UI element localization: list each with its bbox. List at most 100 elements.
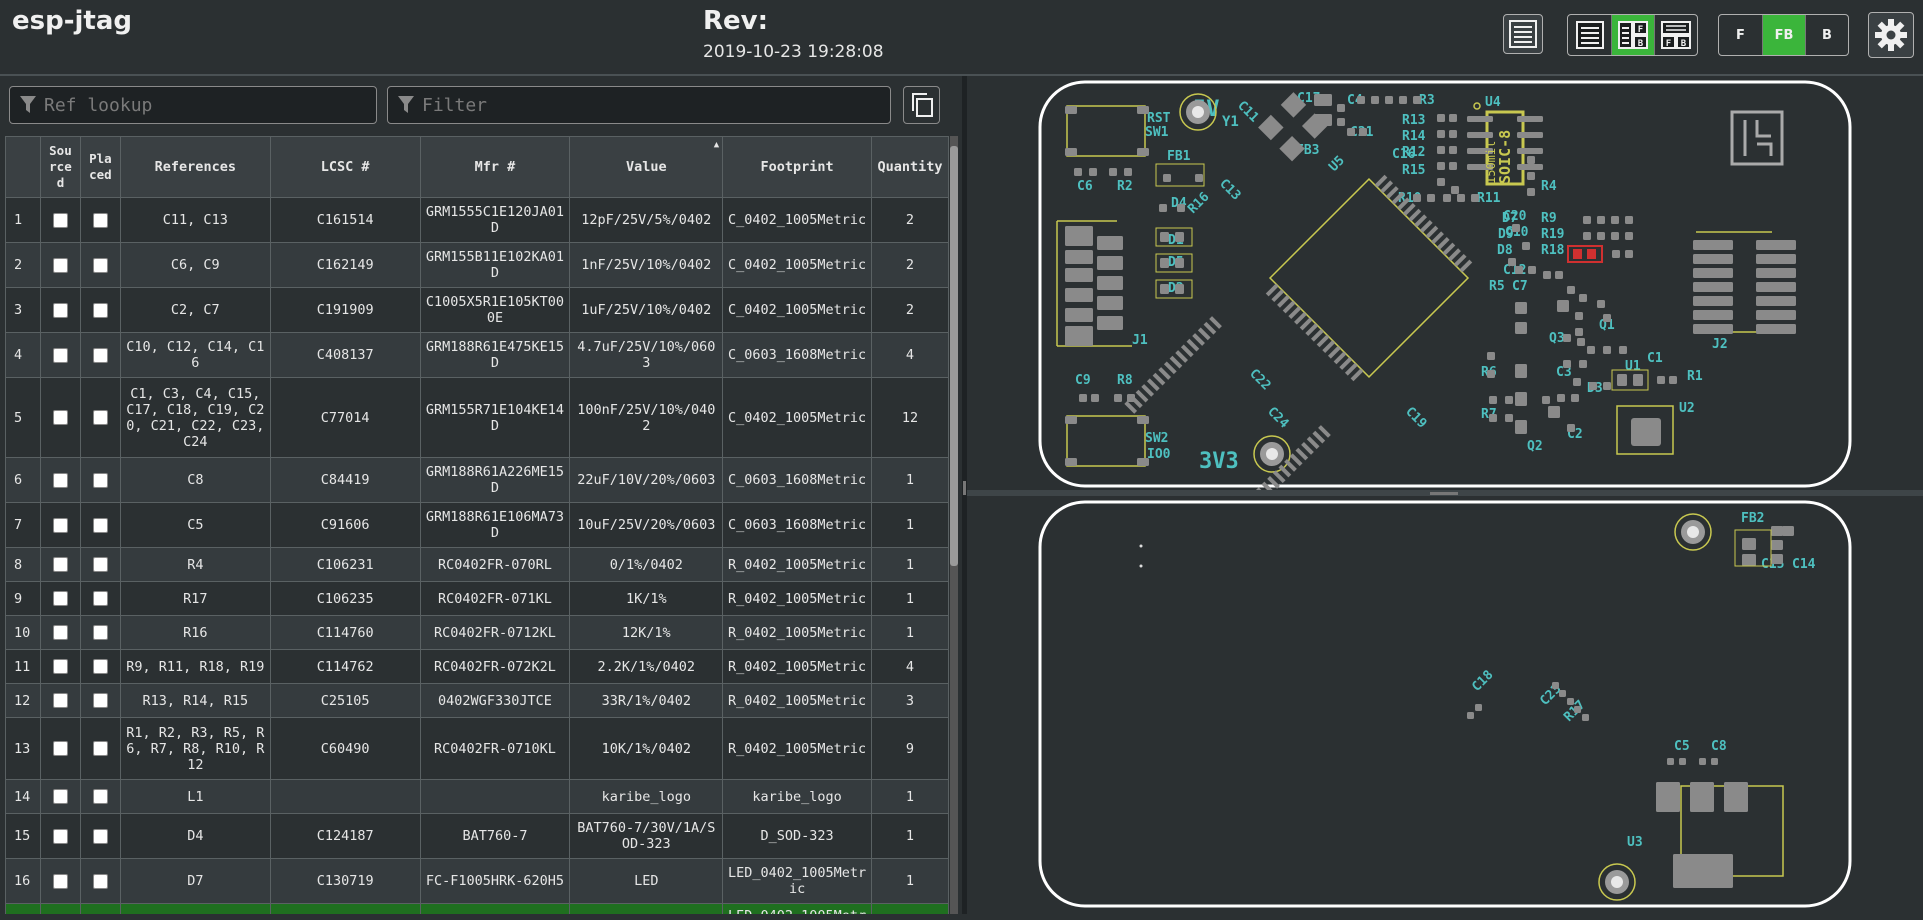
component-pad (1542, 396, 1550, 404)
component-pad (1559, 690, 1566, 697)
col-references-header[interactable]: References (119, 136, 271, 198)
component-pad (1742, 554, 1756, 566)
sourced-cell (39, 858, 81, 904)
sourced-checkbox[interactable] (52, 625, 68, 640)
table-row[interactable]: 7 C5 C91606 GRM188R61E106MA73D 10uF/25V/20%/… (5, 502, 949, 548)
sourced-checkbox[interactable] (52, 741, 68, 756)
layer-front-back-button[interactable]: FB (1762, 15, 1805, 55)
layer-front-button[interactable]: F (1719, 15, 1762, 55)
placed-checkbox[interactable] (92, 625, 108, 640)
placed-checkbox[interactable] (92, 789, 108, 804)
placed-checkbox[interactable] (92, 741, 108, 756)
mfr-cell: RC0402FR-0710KL (419, 717, 571, 780)
component-pad (1065, 226, 1093, 246)
table-row[interactable]: 8 R4 C106231 RC0402FR-070RL 0/1%/0402 R_0402_… (5, 547, 949, 582)
sourced-checkbox[interactable] (52, 828, 68, 844)
placed-checkbox[interactable] (92, 557, 108, 572)
layout-split-fb-icon: FB (1618, 21, 1648, 49)
table-row[interactable]: 10 R16 C114760 RC0402FR-0712KL 12K/1% R_0402_… (5, 615, 949, 650)
table-row[interactable]: 16 D7 C130719 FC-F1005HRK-620H5 LED LED_0402_… (5, 858, 949, 904)
board-title: esp-jtag (12, 6, 133, 36)
col-value-header[interactable]: Value ▲ (569, 136, 724, 198)
placed-checkbox[interactable] (92, 659, 108, 674)
table-row[interactable]: 13 R1, R2, R3, R5, R6, R7, R8, R10, R12 C6… (5, 717, 949, 780)
pcb-back-canvas[interactable]: FB2C15C14C18C23R17C5C8U3 (967, 496, 1923, 920)
table-row[interactable]: 17 LED_0402_1005Metric (5, 903, 949, 914)
component-pad (1467, 712, 1474, 719)
sourced-checkbox[interactable] (52, 410, 68, 425)
table-row[interactable]: 3 C2, C7 C191909 C1005X5R1E105KT000E 1uF/25V… (5, 287, 949, 333)
table-row[interactable]: 2 C6, C9 C162149 GRM155B11E102KA01D 1nF/25V/… (5, 242, 949, 288)
mfr-cell: GRM1555C1E120JA01D (419, 197, 571, 243)
table-row[interactable]: 6 C8 C84419 GRM188R61A226ME15D 22uF/10V/20%/… (5, 457, 949, 503)
pcb-front-canvas[interactable]: 5VRSTSW1Y1C11C17C4R3U4C13FB3C21R13R14R12… (967, 76, 1923, 490)
component-pad (1603, 346, 1611, 354)
component-pad (1657, 376, 1665, 384)
sourced-checkbox[interactable] (52, 517, 68, 533)
sourced-checkbox[interactable] (52, 257, 68, 273)
placed-checkbox[interactable] (92, 828, 108, 844)
col-lcsc-header[interactable]: LCSC # (269, 136, 421, 198)
layout-bom-fb-button[interactable]: FB (1611, 15, 1654, 55)
silkscreen-label: R1 (1687, 369, 1703, 384)
bom-only-button[interactable] (1503, 14, 1543, 54)
placed-checkbox[interactable] (92, 693, 108, 708)
references-cell: R9, R11, R18, R19 (119, 649, 271, 684)
placed-checkbox[interactable] (92, 591, 108, 606)
sourced-checkbox[interactable] (52, 659, 68, 674)
component-pad (1065, 416, 1077, 424)
layout-bom-left-button[interactable] (1568, 15, 1611, 55)
table-row[interactable]: 15 D4 C124187 BAT760-7 BAT760-7/30V/1A/SOD-3… (5, 813, 949, 859)
table-row[interactable]: 9 R17 C106235 RC0402FR-071KL 1K/1% R_0402_100… (5, 581, 949, 616)
sourced-checkbox[interactable] (52, 212, 68, 228)
col-quantity-header[interactable]: Quantity (871, 136, 949, 198)
sourced-checkbox[interactable] (52, 591, 68, 606)
table-row[interactable]: 4 C10, C12, C14, C16 C408137 GRM188R61E475K… (5, 332, 949, 378)
placed-checkbox[interactable] (92, 517, 108, 533)
layout-bom-top-button[interactable]: FB (1654, 15, 1697, 55)
copy-icon (911, 93, 933, 117)
filter-field[interactable]: Filter (387, 86, 891, 124)
svg-text:B: B (1681, 39, 1687, 49)
component-pad (1467, 132, 1493, 138)
mfr-cell: GRM155B11E102KA01D (419, 242, 571, 288)
silkscreen-label: C8 (1711, 739, 1727, 754)
sourced-checkbox[interactable] (52, 347, 68, 363)
bom-scrollbar-thumb[interactable] (950, 146, 958, 566)
placed-cell (79, 683, 121, 718)
placed-checkbox[interactable] (92, 302, 108, 318)
placed-checkbox[interactable] (92, 410, 108, 425)
sourced-checkbox[interactable] (52, 557, 68, 572)
sourced-checkbox[interactable] (52, 693, 68, 708)
table-row[interactable]: 1 C11, C13 C161514 GRM1555C1E120JA01D 12pF/2… (5, 197, 949, 243)
settings-button[interactable] (1868, 12, 1914, 58)
placed-checkbox[interactable] (92, 257, 108, 273)
component-pad (1782, 526, 1794, 536)
sourced-checkbox[interactable] (52, 472, 68, 488)
sourced-checkbox[interactable] (52, 302, 68, 318)
component-pad (1471, 194, 1479, 202)
layer-back-button[interactable]: B (1805, 15, 1848, 55)
placed-checkbox[interactable] (92, 347, 108, 363)
component-pad (1603, 314, 1611, 322)
table-row[interactable]: 12 R13, R14, R15 C25105 0402WGF330JTCE 33R/1… (5, 683, 949, 718)
component-pad (1625, 232, 1633, 240)
row-index-cell: 4 (5, 332, 41, 378)
placed-checkbox[interactable] (92, 873, 108, 889)
placed-checkbox[interactable] (92, 212, 108, 228)
ref-lookup-field[interactable]: Ref lookup (9, 86, 377, 124)
col-mfr-header[interactable]: Mfr # (419, 136, 571, 198)
col-placed-header[interactable]: Pla ced (79, 136, 121, 198)
table-row[interactable]: 11 R9, R11, R18, R19 C114762 RC0402FR-072K2… (5, 649, 949, 684)
col-footprint-header[interactable]: Footprint (722, 136, 872, 198)
copy-button[interactable] (903, 86, 940, 124)
table-row[interactable]: 14 L1 karibe_logo karibe_logo 1 (5, 779, 949, 814)
placed-checkbox[interactable] (92, 472, 108, 488)
component-pad (1413, 194, 1421, 202)
table-row[interactable]: 5 C1, C3, C4, C15, C17, C18, C19, C20, C2… (5, 377, 949, 458)
sourced-checkbox[interactable] (52, 789, 68, 804)
col-sourced-header[interactable]: Sou rce d (39, 136, 81, 198)
fiducial-dot (1139, 544, 1143, 548)
sourced-checkbox[interactable] (52, 873, 68, 889)
view-splitter[interactable] (967, 490, 1923, 496)
